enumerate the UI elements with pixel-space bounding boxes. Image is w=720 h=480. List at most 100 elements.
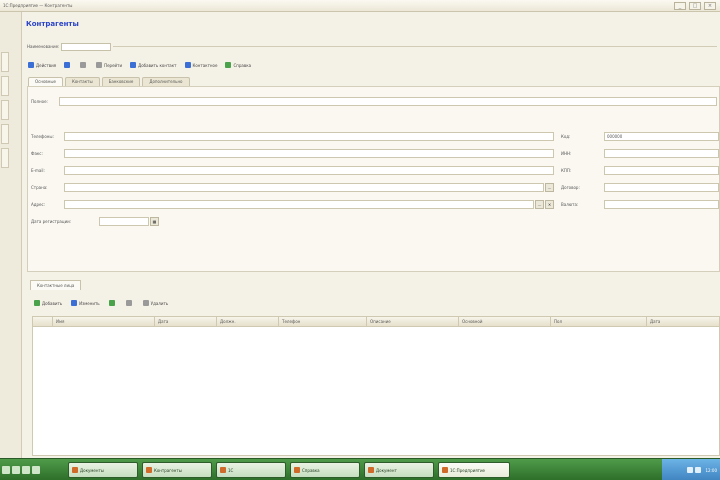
left-sidebar [0,12,22,458]
name-label: Наименование: [27,44,60,49]
minimize-button[interactable]: _ [674,2,686,10]
save-button[interactable] [62,61,74,70]
date-row: Дата регистрации: ▦ [31,217,159,226]
kpp-field[interactable] [604,166,719,175]
browser-icon[interactable] [22,466,30,474]
code-field[interactable]: 000000 [604,132,719,141]
address-field[interactable] [64,200,534,209]
table-header: Имя Дата Должн. Телефон Описание Основно… [33,317,719,327]
add-contact-button[interactable]: Добавить контакт [128,61,178,70]
contract-field[interactable] [604,183,719,192]
code-label: Код: [561,134,571,139]
full-name-field[interactable] [59,97,717,106]
column-header[interactable]: Дата [155,317,217,326]
sidebar-tab[interactable] [1,100,9,120]
taskbar-item-label: 1С:Предприятие [450,467,486,473]
taskbar-item-label: Справка [302,467,320,473]
full-name-label: Полное: [31,99,48,104]
fax-label: Факс: [31,151,43,156]
delete-button[interactable] [124,299,136,308]
right-field-row: ИНН: [561,149,719,158]
kpp-label: КПП: [561,168,572,173]
taskbar-item[interactable]: Справка [290,462,360,478]
app-icon [220,467,226,473]
network-icon[interactable] [687,467,694,473]
copy-button[interactable] [78,61,90,70]
system-tray: 12:00 [662,459,720,480]
address-select-button[interactable]: … [535,200,544,209]
taskbar-item-active[interactable]: 1С:Предприятие [438,462,510,478]
column-header[interactable]: Дата [647,317,719,326]
address-label: Адрес: [31,202,46,207]
sidebar-tab[interactable] [1,52,9,72]
close-button[interactable]: × [704,2,716,10]
contacts-table[interactable]: Имя Дата Должн. Телефон Описание Основно… [32,316,720,456]
window-title: 1С:Предприятие — Контрагенты [3,3,73,8]
remove-label: Удалить [150,300,169,306]
edit-contact-person-button[interactable]: Изменить [69,299,102,308]
copy-icon [80,62,87,68]
tab-contact-persons[interactable]: Контактные лица [30,280,82,290]
email-field[interactable] [64,166,554,175]
right-field-row: Договор: [561,183,719,192]
taskbar-item-label: Документ [376,467,397,473]
left-field-row: Адрес: … × [31,200,554,209]
taskbar-item[interactable]: Контрагенты [142,462,212,478]
add-contact-icon [130,62,137,68]
column-header[interactable]: Основной [459,317,551,326]
left-field-row: Телефоны: [31,132,554,141]
sidebar-tab[interactable] [1,76,9,96]
taskbar-item[interactable]: 1С [216,462,286,478]
edit-icon [71,300,78,306]
tab-contacts[interactable]: Контакты [65,77,100,86]
currency-field[interactable] [604,200,719,209]
tab-additional[interactable]: Дополнительно [142,77,190,86]
app-icon [72,467,78,473]
maximize-button[interactable]: □ [689,2,701,10]
check-icon [108,300,115,306]
app-icon [442,467,448,473]
bottom-tabs: Контактные лица [30,280,82,290]
actions-button[interactable]: Действия [26,61,58,70]
check-button[interactable] [107,299,119,308]
column-header[interactable]: Пол [551,317,647,326]
desktop-icon[interactable] [12,466,20,474]
start-icon[interactable] [2,466,10,474]
tab-main[interactable]: Основные [28,77,64,86]
column-header[interactable]: Телефон [279,317,367,326]
inn-field[interactable] [604,149,719,158]
address-clear-button[interactable]: × [545,200,554,209]
date-label: Дата регистрации: [31,219,72,224]
right-field-row: Код: 000000 [561,132,719,141]
taskbar-item[interactable]: Документ [364,462,434,478]
contact-button[interactable]: Контактное [183,61,220,70]
column-header[interactable] [33,317,53,326]
column-header[interactable]: Описание [367,317,459,326]
fax-field[interactable] [64,149,554,158]
sidebar-tab[interactable] [1,124,9,144]
goto-label: Перейти [104,62,123,68]
tab-bank[interactable]: Банковские [101,77,141,86]
column-header[interactable]: Должн. [217,317,279,326]
help-button[interactable]: Справка [223,61,253,70]
calendar-button[interactable]: ▦ [150,217,159,226]
remove-icon [142,300,149,306]
edit-label: Изменить [79,300,100,306]
name-field[interactable] [61,42,112,51]
sidebar-tab[interactable] [1,148,9,168]
header-divider [113,46,717,47]
country-select-button[interactable]: … [545,183,554,192]
volume-icon[interactable] [695,467,702,473]
add-contact-person-button[interactable]: Добавить [32,299,64,308]
date-field[interactable] [99,217,149,226]
phone-field[interactable] [64,132,554,141]
clock[interactable]: 12:00 [705,468,717,473]
add-contact-label: Добавить контакт [138,62,177,68]
remove-button[interactable]: Удалить [141,299,171,308]
taskbar-item[interactable]: Документы [68,462,138,478]
column-header[interactable]: Имя [53,317,155,326]
country-field[interactable] [64,183,544,192]
explorer-icon[interactable] [32,466,40,474]
main-toolbar: Действия Перейти Добавить контакт Контак… [26,60,716,70]
goto-button[interactable]: Перейти [94,61,124,70]
